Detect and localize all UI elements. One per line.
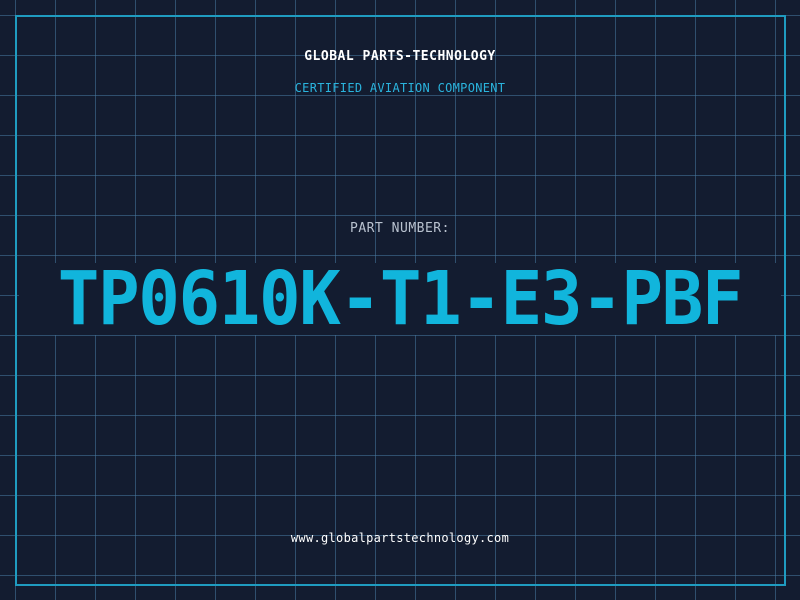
website-url: www.globalpartstechnology.com — [290, 531, 510, 545]
part-number-band: TP0610K-T1-E3-PBF — [19, 256, 781, 342]
certification-tagline: CERTIFIED AVIATION COMPONENT — [294, 81, 506, 95]
part-number-value: TP0610K-T1-E3-PBF — [57, 256, 744, 342]
company-name: GLOBAL PARTS-TECHNOLOGY — [304, 49, 496, 64]
part-number-label: PART NUMBER: — [350, 221, 450, 236]
